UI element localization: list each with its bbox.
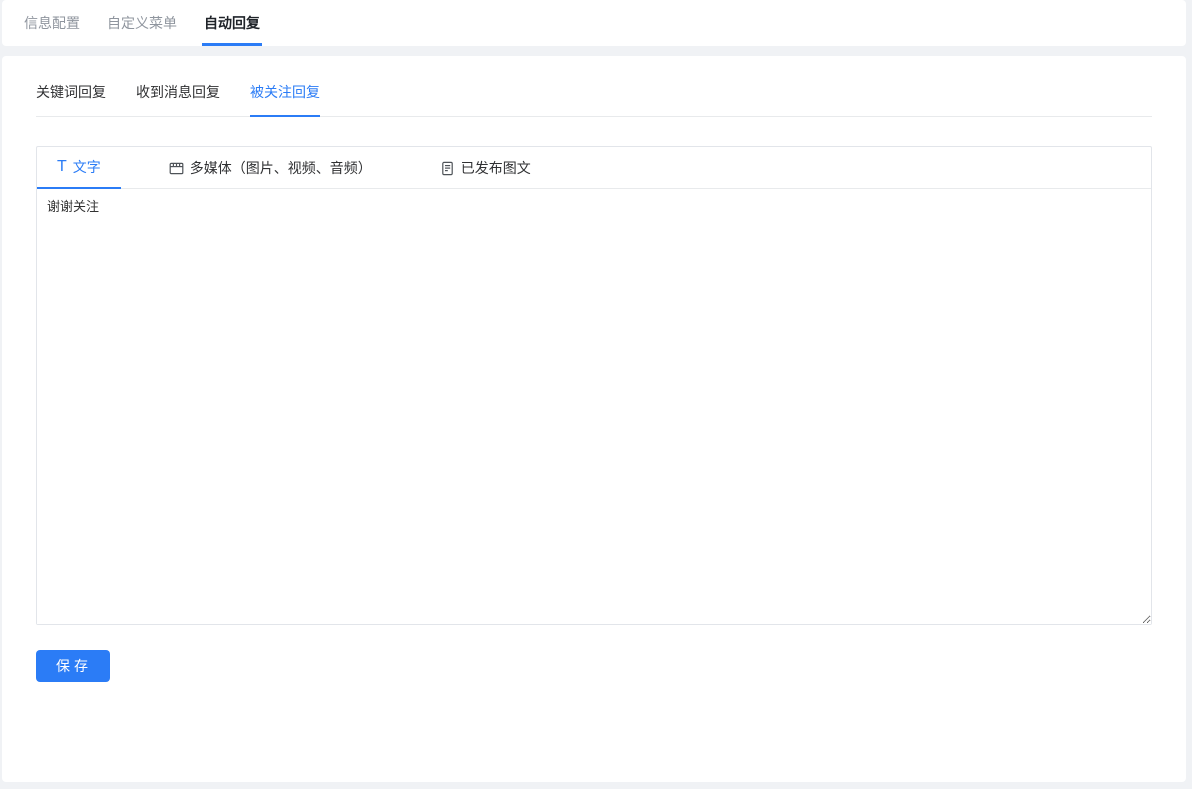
published-article-icon (440, 161, 455, 176)
text-icon: T (57, 159, 67, 175)
tab-followed-reply[interactable]: 被关注回复 (250, 82, 320, 117)
tab-received-message-reply[interactable]: 收到消息回复 (136, 82, 220, 116)
tab-multimedia-content[interactable]: 多媒体（图片、视频、音频） (149, 147, 392, 189)
reply-type-tabs: 关键词回复 收到消息回复 被关注回复 (36, 56, 1152, 117)
content-tab-label: 文字 (73, 157, 101, 177)
reply-content-panel: T 文字 多媒体（图片、视频、音频） (36, 146, 1152, 625)
content-tab-label: 多媒体（图片、视频、音频） (190, 158, 372, 178)
top-tab-label: 自定义菜单 (107, 13, 177, 33)
top-tab-custom-menu[interactable]: 自定义菜单 (107, 0, 177, 46)
top-tab-info-config[interactable]: 信息配置 (24, 0, 80, 46)
top-nav-bar: 信息配置 自定义菜单 自动回复 (2, 0, 1186, 46)
top-tab-auto-reply[interactable]: 自动回复 (204, 0, 260, 46)
top-tab-label: 信息配置 (24, 13, 80, 33)
top-tab-label: 自动回复 (204, 13, 260, 33)
save-button[interactable]: 保存 (36, 650, 110, 682)
tab-keyword-reply[interactable]: 关键词回复 (36, 82, 106, 116)
reply-text-input[interactable]: 谢谢关注 (37, 189, 1151, 624)
auto-reply-panel: 关键词回复 收到消息回复 被关注回复 T 文字 多 (2, 56, 1186, 782)
content-tab-label: 已发布图文 (461, 158, 531, 178)
tab-published-articles[interactable]: 已发布图文 (420, 147, 551, 189)
tab-text-content[interactable]: T 文字 (37, 147, 121, 189)
multimedia-icon (169, 161, 184, 176)
content-type-tabs: T 文字 多媒体（图片、视频、音频） (37, 147, 1151, 189)
